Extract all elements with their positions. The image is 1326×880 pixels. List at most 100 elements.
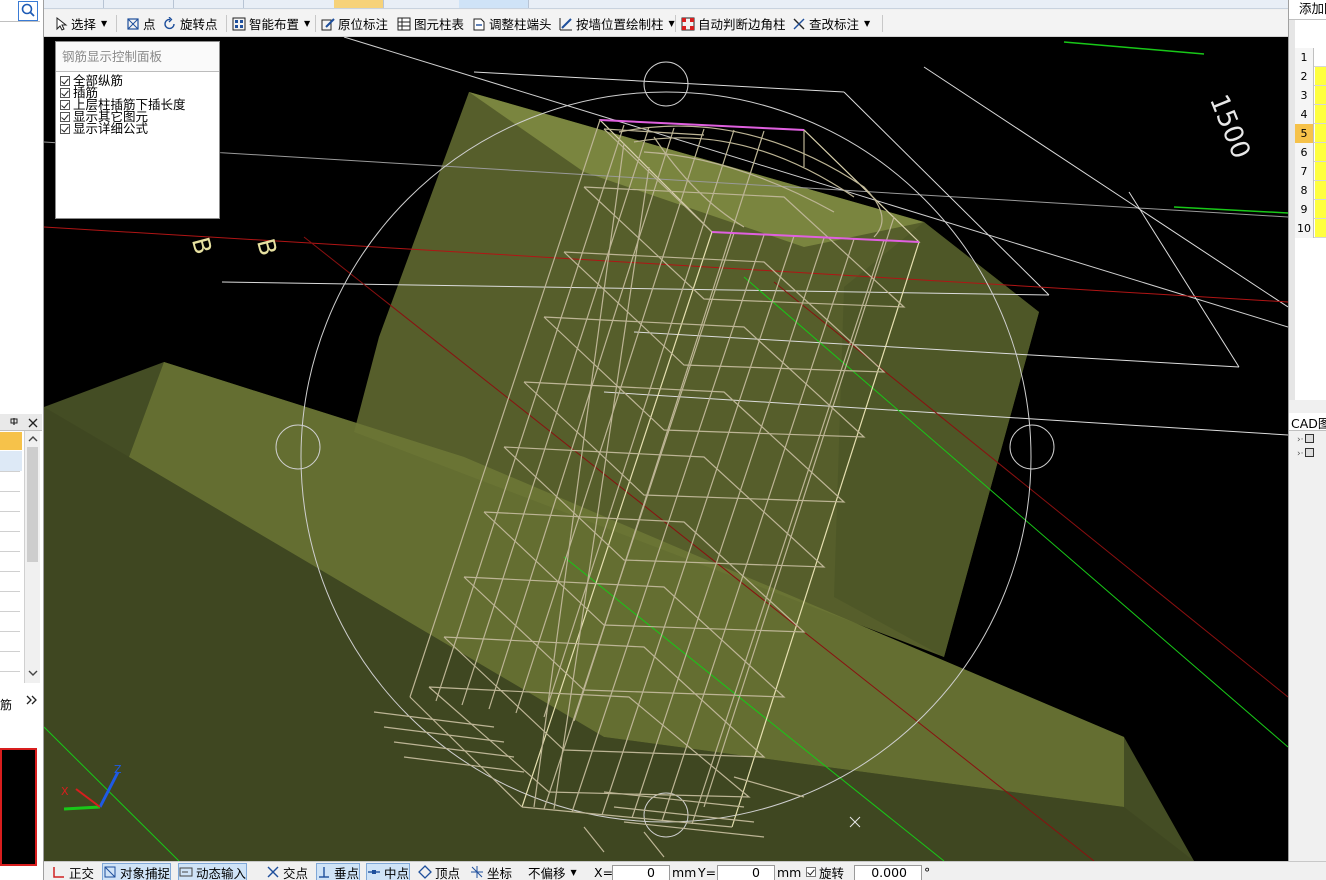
- draw-column-by-wall-button[interactable]: 按墙位置绘制柱 ▼: [559, 13, 675, 34]
- grid-cell[interactable]: [1315, 181, 1326, 199]
- draw-column-by-wall-label: 按墙位置绘制柱: [576, 17, 664, 32]
- y-unit-label: mm: [777, 864, 802, 880]
- grid-cell[interactable]: [1315, 200, 1326, 218]
- intersection-snap-toggle[interactable]: 交点: [266, 863, 308, 880]
- grid-cell[interactable]: [1315, 67, 1326, 85]
- check-annotation-button[interactable]: 查改标注 ▼: [792, 13, 870, 34]
- grid-cell[interactable]: [1315, 124, 1326, 142]
- check-annotation-icon: [793, 18, 805, 29]
- cad-dimension-text: 1500: [1203, 90, 1256, 163]
- status-bar: 正交 对象捕捉 动态输入 交点 垂点 中点 顶点 坐标 不偏移 ▼ X= 0 m…: [44, 861, 1326, 880]
- right-panel: 添加图 12345678910 CAD图层 ›· ›·: [1288, 0, 1326, 880]
- control-panel-title: 钢筋显示控制面板: [56, 42, 219, 72]
- checkbox[interactable]: [60, 100, 70, 110]
- grid-cell[interactable]: [1315, 105, 1326, 123]
- adjust-column-end-icon: [473, 18, 485, 30]
- pin-icon[interactable]: [8, 417, 20, 429]
- grid-row[interactable]: 5: [1295, 124, 1326, 143]
- rebar-display-control-panel: 钢筋显示控制面板 全部纵筋 插筋 上层柱插筋下插长度 显示其它图元 显示详细公式: [55, 41, 220, 219]
- y-coordinate-input[interactable]: 0: [717, 865, 775, 880]
- right-panel-scrollbar[interactable]: [1289, 20, 1295, 400]
- checkbox[interactable]: [60, 76, 70, 86]
- draw-column-by-wall-icon: [559, 17, 572, 30]
- row-number: 8: [1295, 181, 1314, 200]
- checkbox[interactable]: [60, 112, 70, 122]
- scroll-up-icon[interactable]: [26, 433, 40, 445]
- left-list-scrollbar[interactable]: [24, 431, 40, 683]
- dynamic-input-toggle[interactable]: 动态输入: [178, 863, 248, 880]
- grid-row[interactable]: 9: [1295, 200, 1326, 219]
- expand-chevron-icon[interactable]: [26, 695, 38, 705]
- chevron-down-icon: ▼: [864, 19, 871, 28]
- scrollbar-thumb[interactable]: [27, 447, 38, 562]
- element-column-table-label: 图元柱表: [414, 17, 465, 32]
- option-show-detailed-formula[interactable]: 显示详细公式: [60, 122, 219, 135]
- grid-row[interactable]: 3: [1295, 86, 1326, 105]
- add-layer-button[interactable]: 添加图: [1289, 0, 1326, 20]
- checkbox[interactable]: [60, 124, 70, 134]
- checkbox[interactable]: [60, 88, 70, 98]
- grid-row[interactable]: 8: [1295, 181, 1326, 200]
- in-place-annotation-button[interactable]: 原位标注: [321, 13, 388, 34]
- left-subpanel-header: [0, 414, 42, 431]
- app-window: 筋 选择 ▼ 点 旋转点 智能布置 ▼ 原位标注 图元柱表 调整柱端头 按墙位置…: [0, 0, 1326, 880]
- grid-cell[interactable]: [1315, 86, 1326, 104]
- chevron-down-icon: ▼: [570, 867, 577, 877]
- grid-cell[interactable]: [1315, 48, 1326, 66]
- scroll-down-icon[interactable]: [26, 667, 40, 679]
- viewport-canvas[interactable]: 1500 B B Z X: [44, 37, 1288, 861]
- ortho-label: 正交: [69, 865, 95, 880]
- grid-cell[interactable]: [1315, 143, 1326, 161]
- midpoint-label: 中点: [384, 865, 410, 880]
- left-panel: 筋: [0, 0, 44, 880]
- grip-circle[interactable]: [643, 61, 689, 107]
- point-icon: [127, 17, 139, 30]
- cad-axis-label: B: [251, 236, 282, 259]
- grid-row[interactable]: 2: [1295, 67, 1326, 86]
- tree-item[interactable]: ›·: [1297, 434, 1315, 445]
- rotate-point-button[interactable]: 旋转点: [163, 13, 218, 34]
- 3d-viewport[interactable]: 1500 B B Z X: [44, 37, 1288, 861]
- grid-cell[interactable]: [1315, 219, 1326, 237]
- grid-cell[interactable]: [1315, 162, 1326, 180]
- left-panel-label: 筋: [0, 698, 13, 712]
- left-list: [0, 431, 24, 683]
- grip-circle[interactable]: [1009, 424, 1055, 470]
- object-snap-toggle[interactable]: 对象捕捉: [102, 863, 172, 880]
- smart-layout-icon: [232, 17, 246, 30]
- preview-thumbnail[interactable]: [0, 748, 37, 866]
- x-coordinate-label: X=: [594, 864, 614, 880]
- grid-row[interactable]: 1: [1295, 48, 1326, 67]
- y-coordinate-label: Y=: [698, 864, 717, 880]
- vertex-snap-toggle[interactable]: 顶点: [418, 863, 460, 880]
- offset-mode-select[interactable]: 不偏移 ▼: [528, 863, 577, 880]
- green-axis-line: [1173, 206, 1288, 214]
- grid-row[interactable]: 4: [1295, 105, 1326, 124]
- search-button[interactable]: [18, 1, 38, 21]
- axis-x-label: X: [61, 785, 69, 798]
- adjust-column-end-button[interactable]: 调整柱端头: [472, 13, 552, 34]
- element-column-table-button[interactable]: 图元柱表: [397, 13, 464, 34]
- row-number: 10: [1295, 219, 1314, 238]
- row-number: 2: [1295, 67, 1314, 86]
- cursor-icon: [56, 16, 68, 31]
- midpoint-snap-toggle[interactable]: 中点: [366, 863, 411, 880]
- grid-row[interactable]: 7: [1295, 162, 1326, 181]
- select-tool-button[interactable]: 选择 ▼: [54, 13, 107, 34]
- perpendicular-snap-toggle[interactable]: 垂点: [316, 863, 361, 880]
- rotate-checkbox[interactable]: [806, 867, 816, 877]
- grid-row[interactable]: 10: [1295, 219, 1326, 238]
- ortho-toggle[interactable]: 正交: [52, 863, 94, 880]
- element-column-table-icon: [397, 17, 411, 30]
- auto-corner-column-button[interactable]: 自动判断边角柱: [681, 13, 786, 34]
- point-tool-button[interactable]: 点: [126, 13, 156, 34]
- rotate-angle-input[interactable]: 0.000: [854, 865, 922, 880]
- smart-layout-button[interactable]: 智能布置 ▼: [232, 13, 310, 34]
- tree-item[interactable]: ›·: [1297, 448, 1315, 459]
- close-icon[interactable]: [28, 418, 38, 428]
- coordinate-snap-toggle[interactable]: 坐标: [470, 863, 512, 880]
- search-icon: [21, 3, 35, 17]
- grid-row[interactable]: 6: [1295, 143, 1326, 162]
- rotate-toggle[interactable]: 旋转: [806, 863, 844, 880]
- x-coordinate-input[interactable]: 0: [612, 865, 670, 880]
